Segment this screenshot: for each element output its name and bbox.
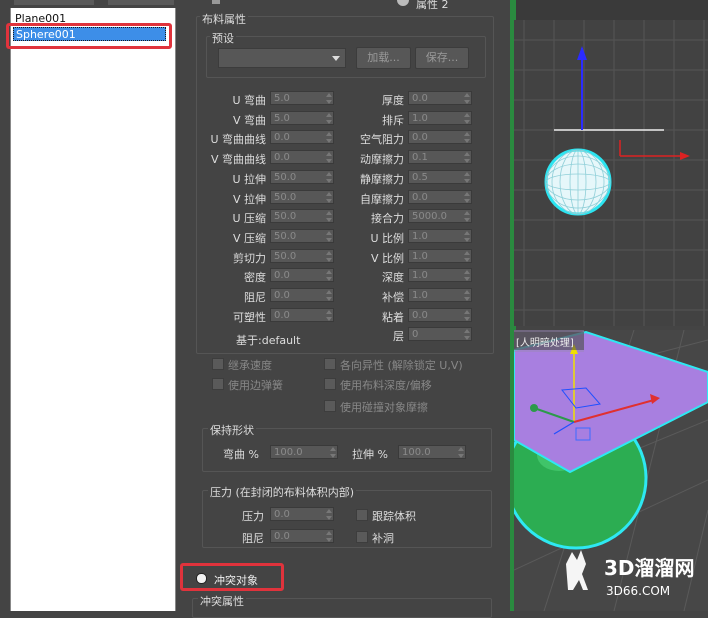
param-spinner-right[interactable]: 0.0 — [408, 189, 472, 204]
param-spinner-left[interactable]: 50.0 — [270, 209, 334, 224]
pressure-spinner[interactable]: 0.0 — [270, 507, 334, 521]
param-spinner-left[interactable]: 5.0 — [270, 110, 334, 125]
based-on-label: 基于:default — [236, 334, 301, 347]
stretch-percent-label: 拉伸 % — [352, 448, 388, 461]
param-label-left: V 弯曲曲线 — [210, 153, 266, 167]
param-spinner-left[interactable]: 5.0 — [270, 91, 334, 105]
param-spinner-right[interactable]: 1.0 — [408, 288, 472, 302]
keep-shape-title: 保持形状 — [208, 422, 256, 438]
inherit-velocity-label: 继承速度 — [228, 359, 272, 372]
bend-percent-spinner[interactable]: 100.0 — [270, 445, 338, 459]
param-spinner-right[interactable]: 0.5 — [408, 169, 472, 184]
track-volume-label: 跟踪体积 — [372, 510, 416, 523]
param-spinner-right[interactable]: 0.0 — [408, 307, 472, 322]
viewport-top[interactable] — [514, 20, 708, 326]
param-spinner-left[interactable]: 0.0 — [270, 268, 334, 283]
param-label-right: 接合力 — [371, 212, 404, 226]
param-spinner-left[interactable]: 0.0 — [270, 307, 334, 322]
bend-percent-label: 弯曲 % — [223, 448, 259, 461]
save-button[interactable]: 保存... — [415, 47, 469, 69]
highlight-box-collision — [180, 563, 284, 591]
viewport-top-scene — [514, 20, 708, 326]
inherit-velocity-checkbox[interactable] — [212, 358, 224, 370]
top-radio-icon[interactable] — [397, 0, 409, 6]
param-label-right: 深度 — [382, 271, 404, 285]
param-label-left: 剪切力 — [233, 251, 266, 265]
param-label-right: 自摩擦力 — [360, 192, 404, 206]
param-label-right: 层 — [393, 330, 404, 344]
track-volume-checkbox[interactable] — [356, 509, 368, 521]
pressure-label: 压力 — [242, 510, 264, 523]
preset-dropdown[interactable] — [218, 48, 346, 68]
param-label-left: 阻尼 — [244, 291, 266, 304]
viewport-label[interactable]: [人明暗处理] — [516, 336, 574, 349]
param-label-left: 密度 — [244, 271, 266, 285]
param-label-left: U 压缩 — [232, 212, 266, 226]
cloth-depth-offset-label: 使用布料深度/偏移 — [340, 379, 432, 392]
param-spinner-left[interactable]: 50.0 — [270, 189, 334, 204]
use-edge-springs-checkbox[interactable] — [212, 378, 224, 390]
top-radio-label: 属性 2 — [416, 0, 449, 11]
param-label-right: 补偿 — [382, 291, 404, 304]
param-label-right: 空气阻力 — [360, 133, 404, 147]
top-button-left[interactable] — [14, 0, 94, 5]
param-spinner-right[interactable]: 1.0 — [408, 268, 472, 283]
param-spinner-right[interactable]: 0.0 — [408, 130, 472, 145]
collision-friction-label: 使用碰撞对象摩擦 — [340, 401, 428, 414]
param-label-right: 粘着 — [382, 310, 404, 324]
param-label-left: 可塑性 — [233, 310, 266, 324]
param-label-right: 厚度 — [382, 94, 404, 107]
use-edge-springs-label: 使用边弹簧 — [228, 379, 283, 392]
load-button[interactable]: 加载... — [356, 47, 411, 69]
object-list[interactable]: Plane001 Sphere001 — [10, 8, 176, 611]
param-label-right: 动摩擦力 — [360, 153, 404, 167]
param-label-right: 排斥 — [382, 113, 404, 127]
param-label-right: U 比例 — [370, 231, 404, 245]
top-button-right[interactable] — [108, 0, 174, 5]
param-spinner-left[interactable]: 50.0 — [270, 248, 334, 263]
param-label-left: U 弯曲曲线 — [210, 133, 266, 147]
param-spinner-right[interactable]: 0 — [408, 327, 472, 342]
collision-properties-title: 冲突属性 — [198, 593, 246, 609]
viewport-perspective[interactable]: [人明暗处理] 3D溜溜网 3D66.COM — [514, 330, 708, 611]
param-label-right: V 比例 — [370, 251, 404, 265]
param-spinner-right[interactable]: 1.0 — [408, 110, 472, 125]
cloth-depth-offset-checkbox[interactable] — [324, 378, 336, 390]
param-spinner-left[interactable]: 50.0 — [270, 228, 334, 243]
param-label-left: U 拉伸 — [232, 172, 266, 186]
pressure-damping-spinner[interactable]: 0.0 — [270, 529, 334, 543]
viewport-toolbar — [516, 0, 708, 20]
preset-label: 预设 — [210, 30, 236, 46]
param-spinner-right[interactable]: 1.0 — [408, 228, 472, 243]
cloth-properties-title: 布料属性 — [200, 11, 248, 27]
param-spinner-right[interactable]: 0.1 — [408, 150, 472, 165]
anisotropic-label: 各向异性 (解除锁定 U,V) — [340, 359, 463, 372]
param-spinner-left[interactable]: 0.0 — [270, 288, 334, 302]
stretch-percent-spinner[interactable]: 100.0 — [398, 445, 466, 459]
param-spinner-right[interactable]: 5000.0 — [408, 209, 472, 224]
pressure-title: 压力 (在封闭的布料体积内部) — [208, 484, 357, 500]
param-label-left: V 弯曲 — [232, 113, 266, 127]
anisotropic-checkbox[interactable] — [324, 358, 336, 370]
watermark-url: 3D66.COM — [606, 584, 670, 598]
param-spinner-right[interactable]: 0.0 — [408, 91, 472, 105]
cloth-panel: 属性 2 布料属性 预设 加载... 保存... 基于:default 继承速度… — [176, 0, 514, 618]
viewport-perspective-scene: [人明暗处理] 3D溜溜网 3D66.COM — [514, 330, 708, 611]
param-label-left: V 拉伸 — [232, 192, 266, 206]
cap-holes-checkbox[interactable] — [356, 531, 368, 543]
param-spinner-left[interactable]: 0.0 — [270, 150, 334, 165]
top-checkbox-remnant[interactable] — [212, 0, 220, 4]
pressure-damping-label: 阻尼 — [242, 532, 264, 545]
param-spinner-left[interactable]: 0.0 — [270, 130, 334, 145]
param-label-left: V 压缩 — [232, 231, 266, 245]
highlight-box-sphere — [6, 23, 172, 49]
chevron-down-icon — [332, 56, 340, 61]
param-spinner-right[interactable]: 1.0 — [408, 248, 472, 263]
collision-friction-checkbox[interactable] — [324, 400, 336, 412]
param-label-right: 静摩擦力 — [360, 172, 404, 186]
cap-holes-label: 补洞 — [372, 532, 394, 545]
watermark-name: 3D溜溜网 — [604, 556, 695, 580]
param-spinner-left[interactable]: 50.0 — [270, 169, 334, 184]
param-label-left: U 弯曲 — [232, 94, 266, 107]
